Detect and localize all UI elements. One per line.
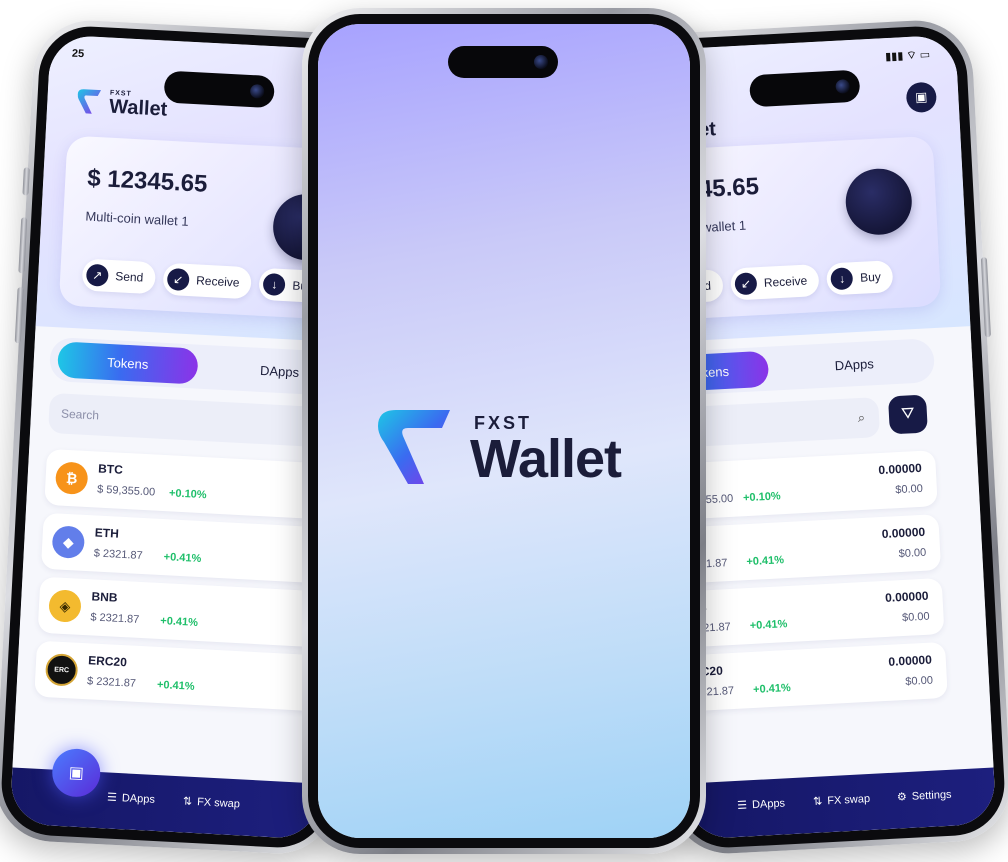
arrow-down-icon: ↓ [262, 272, 287, 297]
token-change: +0.41% [156, 678, 195, 693]
power-button [980, 257, 991, 338]
search-input[interactable]: Search ⌕ [48, 392, 340, 449]
filter-button[interactable]: ⛛ [887, 394, 928, 435]
token-usd-value: $0.00 [905, 674, 934, 688]
token-amount: 0.00000 [888, 652, 933, 669]
token-row-erc20[interactable]: ERC ERC20 $ 2321.87 +0.41% [34, 640, 337, 713]
token-usd-value: $0.00 [895, 482, 924, 497]
brand-name-text: Wallet [470, 428, 622, 489]
send-label: Send [114, 269, 144, 285]
token-price: $ 2321.87 [93, 547, 143, 562]
nav-fxswap-label: FX swap [826, 792, 871, 807]
token-change: +0.41% [749, 618, 788, 633]
arrow-down-icon: ↓ [830, 267, 854, 291]
splash-screen: FXST Wallet [318, 24, 690, 838]
receive-label: Receive [195, 273, 240, 290]
volume-up-button [18, 217, 28, 274]
wallet-balance: $ 12345.65 [86, 164, 209, 198]
splash-logo: FXST Wallet [372, 404, 622, 495]
swap-arrows-icon: ⇅ [182, 795, 193, 808]
token-panel: Tokens DApps ⌕ ⛛ BTC $ 59,355.00 +0.10% … [647, 326, 997, 840]
nav-settings[interactable]: ⚙ Settings [896, 788, 952, 804]
mute-switch [22, 167, 30, 196]
brand-name-text: Wallet [108, 95, 168, 121]
receive-button[interactable]: ↙ Receive [162, 262, 253, 300]
token-change: +0.41% [160, 615, 199, 629]
tab-dapps[interactable]: DApps [793, 339, 915, 389]
arrow-down-left-icon: ↙ [734, 272, 758, 296]
signal-battery-icon: ▮▮▮ ⌔ ▭ [884, 48, 931, 64]
filter-funnel-icon: ⛛ [900, 405, 916, 423]
arrow-down-left-icon: ↙ [166, 267, 190, 292]
bitcoin-icon: ₿ [54, 461, 89, 495]
token-symbol: ETH [94, 525, 120, 541]
token-change: +0.10% [742, 490, 781, 505]
swap-arrows-icon: ⇅ [812, 795, 823, 808]
fxst-logo-icon [73, 86, 105, 118]
fxst-logo-icon [372, 404, 454, 495]
token-price: $ 2321.87 [86, 675, 137, 690]
tab-tokens[interactable]: Tokens [56, 341, 199, 385]
wallet-icon: ▣ [68, 764, 85, 783]
nav-settings-label: Settings [911, 788, 952, 803]
volume-down-button [14, 287, 24, 344]
wallet-icon: ▣ [914, 89, 928, 105]
token-amount: 0.00000 [878, 460, 923, 478]
status-time: 25 [71, 47, 85, 61]
nav-fxswap[interactable]: ⇅ FX swap [183, 794, 241, 810]
token-change: +0.10% [168, 487, 207, 502]
wallet-actions: ↗Send ↙Receive ↓Buy [81, 258, 326, 304]
buy-button[interactable]: ↓ Buy [826, 260, 894, 296]
arrow-up-right-icon: ↗ [85, 263, 109, 287]
nav-fxswap[interactable]: ⇅ FX swap [812, 792, 871, 808]
layers-icon: ☰ [736, 799, 748, 812]
erc20-icon: ERC [44, 653, 79, 687]
sliders-icon: ⚙ [896, 791, 908, 804]
wallet-name: Multi-coin wallet 1 [85, 208, 190, 229]
app-logo: FXST Wallet [73, 86, 169, 121]
nav-dapps[interactable]: ☰ DApps [736, 796, 786, 812]
token-usd-value: $0.00 [901, 610, 930, 625]
buy-label: Buy [859, 269, 882, 285]
dynamic-island [163, 70, 276, 109]
layers-icon: ☰ [106, 791, 118, 804]
bnb-icon: ◈ [48, 589, 82, 623]
nav-fxswap-label: FX swap [196, 795, 241, 810]
send-button[interactable]: ↗ Send [81, 258, 157, 295]
token-price: $ 2321.87 [90, 611, 140, 626]
nav-dapps-label: DApps [121, 791, 156, 806]
dynamic-island [448, 46, 558, 78]
search-icon: ⌕ [857, 409, 866, 426]
token-amount: 0.00000 [884, 588, 929, 605]
receive-button[interactable]: ↙ Receive [730, 263, 821, 301]
token-symbol: ERC20 [87, 653, 128, 670]
search-placeholder: Search [60, 406, 100, 423]
token-change: +0.41% [163, 551, 202, 566]
nav-dapps-label: DApps [751, 796, 786, 811]
receive-label: Receive [763, 273, 808, 290]
token-price: $ 59,355.00 [96, 483, 156, 499]
center-phone-mockup: FXST Wallet [302, 8, 706, 854]
wallet-emblem-icon [844, 167, 914, 237]
token-row-eth[interactable]: ◆ ETH $ 2321.87 +0.41% [40, 512, 344, 585]
token-usd-value: $0.00 [898, 546, 927, 561]
token-symbol: BNB [91, 589, 118, 605]
token-symbol: BTC [97, 461, 124, 477]
nav-dapps[interactable]: ☰ DApps [107, 790, 156, 805]
token-change: +0.41% [752, 681, 792, 696]
token-change: +0.41% [746, 554, 785, 569]
ethereum-icon: ◆ [51, 525, 86, 559]
dynamic-island [748, 69, 861, 108]
token-amount: 0.00000 [881, 524, 926, 541]
token-row-bnb[interactable]: ◈ BNB $ 2321.87 +0.41% [37, 576, 341, 649]
